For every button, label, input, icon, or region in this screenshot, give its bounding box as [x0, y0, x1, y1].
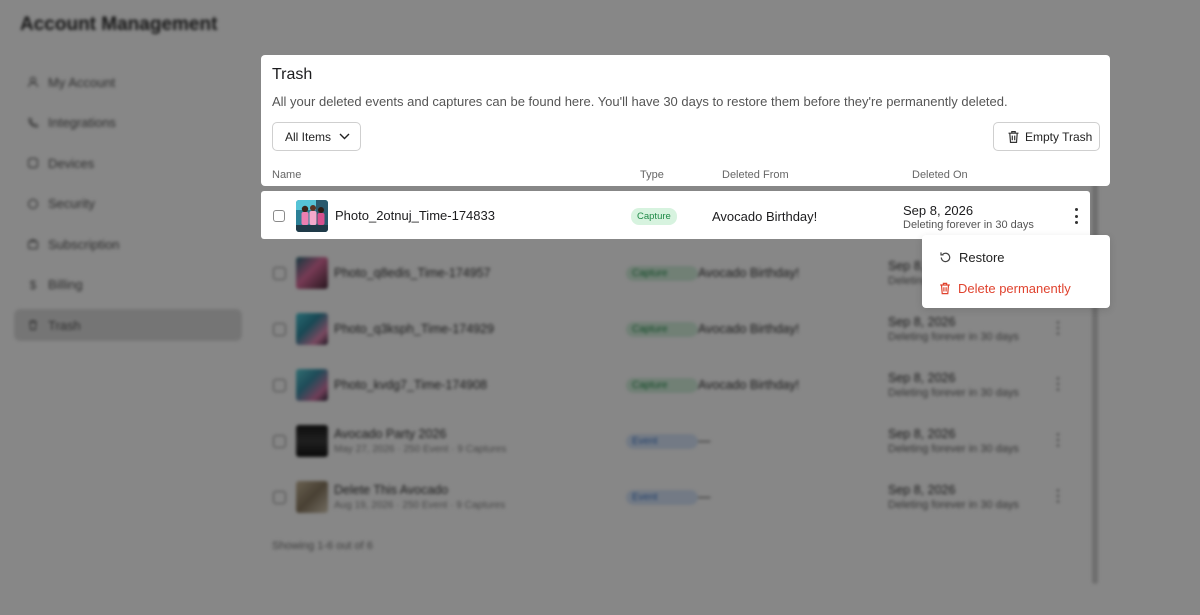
- trash-header-card: Trash All your deleted events and captur…: [261, 55, 1110, 186]
- empty-trash-label: Empty Trash: [1025, 129, 1093, 144]
- restore-label: Restore: [959, 249, 1005, 265]
- filter-dropdown-label: All Items: [285, 129, 332, 144]
- trash-icon: [1007, 130, 1020, 144]
- row-checkbox[interactable]: [273, 210, 285, 222]
- restore-icon: [939, 251, 952, 264]
- row-thumbnail: [296, 200, 328, 232]
- delete-permanently-label: Delete permanently: [958, 280, 1071, 296]
- trash-icon: [939, 282, 951, 295]
- row-name: Photo_2otnuj_Time-174833: [335, 208, 495, 223]
- chevron-down-icon: [339, 133, 350, 140]
- table-row-selected[interactable]: Photo_2otnuj_Time-174833 Capture Avocado…: [261, 191, 1090, 239]
- deleted-on-countdown: Deleting forever in 30 days: [903, 219, 1034, 231]
- empty-trash-button[interactable]: Empty Trash: [993, 122, 1100, 151]
- type-badge: Capture: [631, 208, 677, 225]
- column-header-deleted-from[interactable]: Deleted From: [722, 169, 789, 181]
- column-header-deleted-on[interactable]: Deleted On: [912, 169, 968, 181]
- deleted-from: Avocado Birthday!: [712, 209, 818, 224]
- column-header-type[interactable]: Type: [640, 169, 664, 181]
- page-description: All your deleted events and captures can…: [272, 94, 1008, 109]
- delete-permanently-menu-item[interactable]: Delete permanently: [939, 278, 1071, 298]
- more-options-icon[interactable]: [1069, 208, 1083, 224]
- deleted-on-date: Sep 8, 2026: [903, 203, 974, 218]
- page-title: Trash: [272, 66, 313, 83]
- restore-menu-item[interactable]: Restore: [939, 247, 1005, 267]
- row-context-menu: Restore Delete permanently: [922, 235, 1110, 308]
- column-header-name[interactable]: Name: [272, 169, 301, 181]
- filter-dropdown[interactable]: All Items: [272, 122, 361, 151]
